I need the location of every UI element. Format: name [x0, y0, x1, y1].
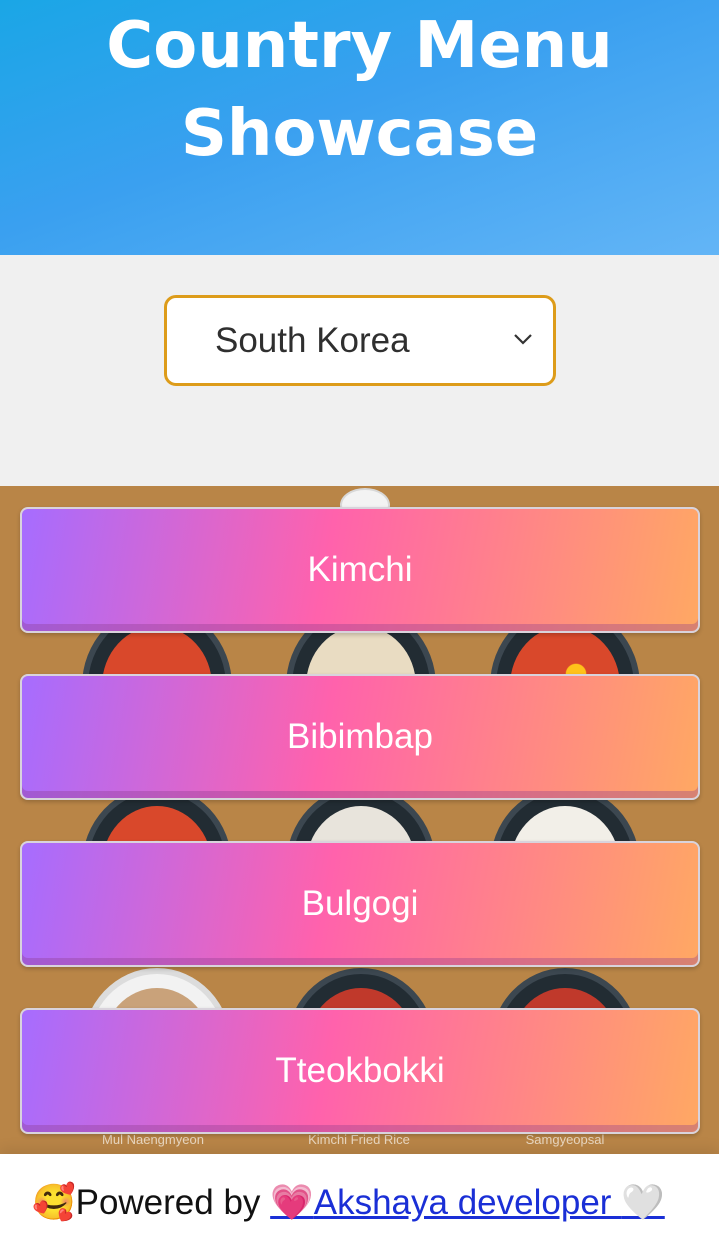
footer-credit: 🥰Powered by 💗Akshaya developer 🤍 [32, 1182, 665, 1223]
menu-item-label: Bulgogi [301, 884, 419, 923]
menu-item-label: Kimchi [307, 550, 413, 589]
page-title-line1: Country Menu [106, 9, 613, 83]
menu-item-label: Bibimbap [287, 717, 433, 756]
header-banner: Country Menu Showcase [0, 0, 719, 255]
country-select-value: South Korea [215, 321, 410, 360]
powered-by-text: Powered by [75, 1183, 271, 1222]
menu-item-bulgogi[interactable]: Bulgogi [20, 841, 700, 967]
page-title-line2: Showcase [180, 97, 539, 171]
menu-item-bibimbap[interactable]: Bibimbap [20, 674, 700, 800]
author-link-label: Akshaya developer [313, 1183, 622, 1222]
country-select[interactable]: South Korea [164, 295, 556, 386]
menu-item-label: Tteokbokki [275, 1051, 445, 1090]
chevron-down-icon [514, 334, 532, 345]
footer: 🥰Powered by 💗Akshaya developer 🤍 [0, 1154, 719, 1246]
menu-item-tteokbokki[interactable]: Tteokbokki [20, 1008, 700, 1134]
dish-label: Samgyeopsal [525, 1132, 605, 1147]
author-link[interactable]: 💗Akshaya developer 🤍 [270, 1183, 665, 1222]
dish-label: Mul Naengmyeon [102, 1132, 204, 1147]
dish-label: Kimchi Fried Rice [308, 1132, 410, 1147]
pink-heart-icon: 💗 [270, 1183, 314, 1222]
smiling-face-hearts-icon: 🥰 [32, 1183, 76, 1222]
white-heart-icon: 🤍 [621, 1183, 665, 1222]
menu-item-kimchi[interactable]: Kimchi [20, 507, 700, 633]
page-title: Country Menu Showcase [0, 2, 719, 178]
